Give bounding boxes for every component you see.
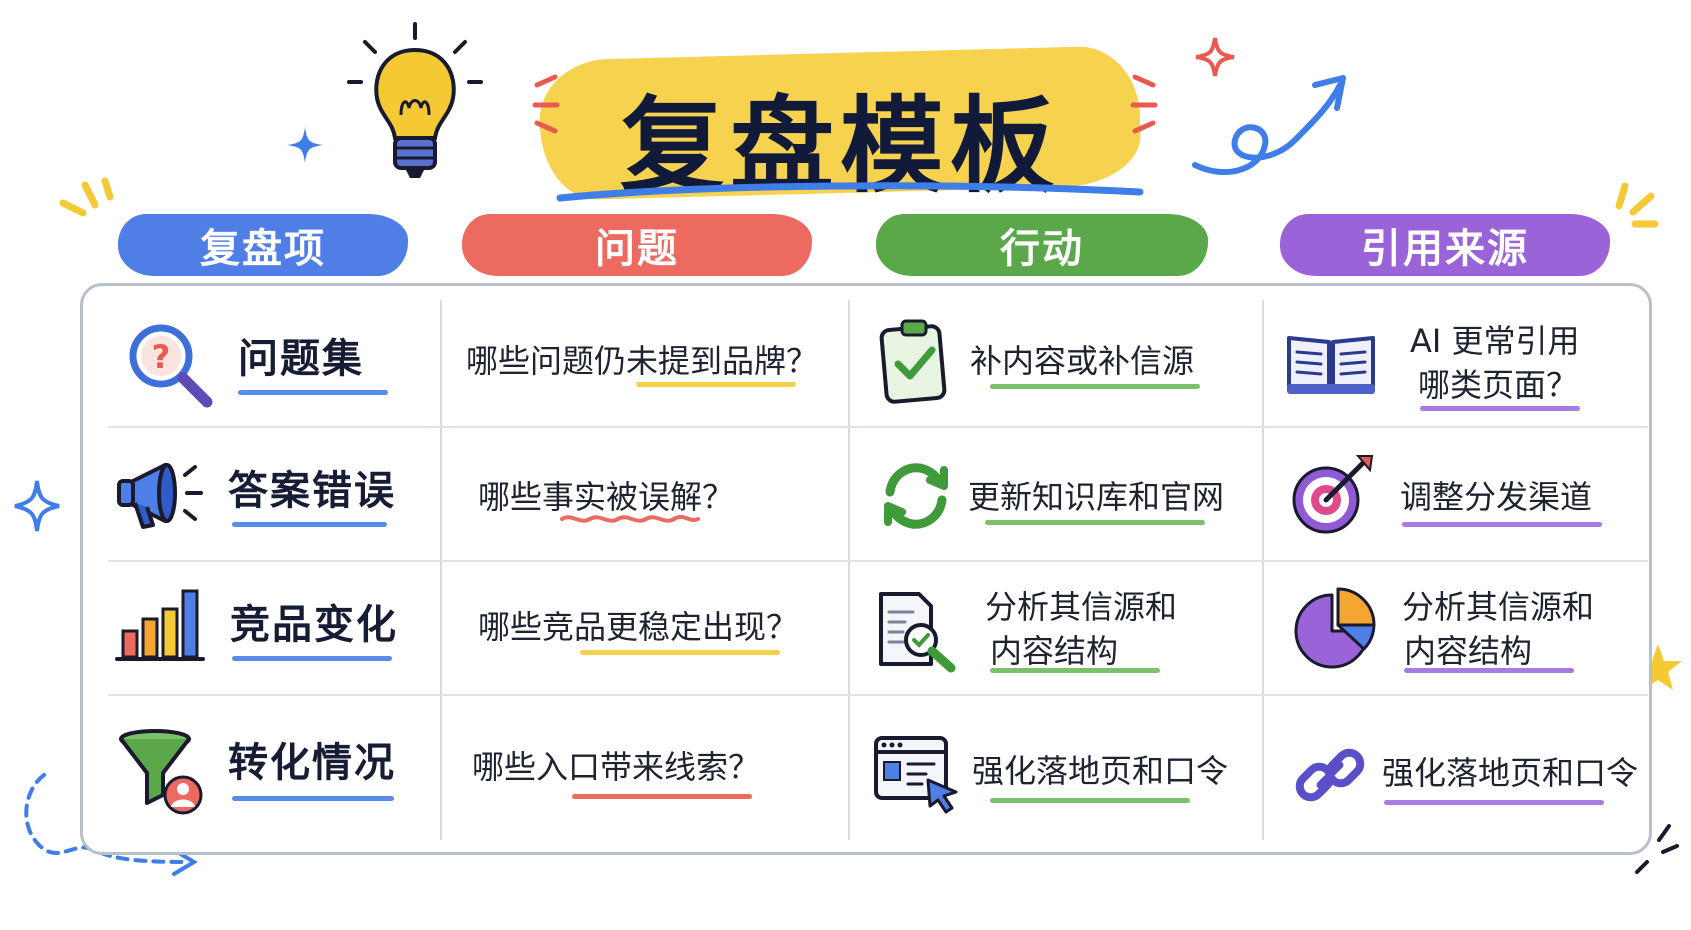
svg-text:?: ?	[152, 338, 171, 376]
question-text: 哪些竞品更稳定出现？	[478, 608, 799, 646]
underline	[990, 668, 1160, 673]
bar-chart-icon	[115, 589, 205, 661]
underline	[232, 656, 392, 661]
source-text-line2: 哪类页面？	[1418, 366, 1579, 404]
underline	[232, 796, 394, 801]
clipboard-check-icon	[879, 319, 947, 404]
underline	[636, 382, 796, 387]
underline	[572, 794, 752, 799]
column-divider	[1262, 300, 1264, 840]
underline	[1404, 668, 1574, 673]
row-divider	[108, 426, 1648, 428]
item-label: 竞品变化	[230, 602, 398, 648]
column-header-label: 复盘项	[200, 226, 326, 272]
column-header-label: 行动	[1000, 226, 1084, 272]
underline	[232, 522, 387, 527]
action-text: 强化落地页和口令	[972, 752, 1229, 790]
burst-lines-icon	[59, 177, 114, 217]
open-book-icon	[1287, 336, 1375, 394]
row-divider	[108, 560, 1648, 562]
sparkle-icon	[287, 127, 323, 163]
source-text-line1: 分析其信源和	[1402, 588, 1595, 626]
action-text: 补内容或补信源	[970, 342, 1195, 380]
browser-cursor-icon	[874, 736, 958, 814]
column-header-source: 引用来源	[1280, 214, 1610, 276]
question-text: 哪些问题仍未提到品牌？	[466, 342, 819, 380]
funnel-user-icon	[119, 729, 203, 815]
refresh-arrows-icon	[884, 463, 948, 529]
underline	[990, 798, 1190, 803]
column-header-label: 问题	[595, 226, 679, 272]
target-dart-icon	[1292, 455, 1374, 534]
magnifier-question-icon: ?	[129, 324, 213, 408]
row-divider	[108, 694, 1648, 696]
column-header-label: 引用来源	[1361, 226, 1529, 272]
sparkle-outline-icon	[14, 480, 60, 532]
wavy-underline	[560, 515, 700, 523]
column-header-item: 复盘项	[118, 214, 408, 276]
pie-chart-icon	[1294, 587, 1376, 669]
source-text-line1: 调整分发渠道	[1400, 478, 1593, 516]
title-underline	[556, 182, 1144, 202]
underline	[990, 384, 1200, 389]
underline	[1420, 406, 1580, 411]
question-text: 哪些入口带来线索？	[472, 748, 761, 786]
underline	[1384, 800, 1604, 805]
column-divider	[440, 300, 442, 840]
source-text-line1: AI 更常引用	[1410, 322, 1580, 360]
column-divider	[848, 300, 850, 840]
action-text: 更新知识库和官网	[968, 478, 1225, 516]
underline	[580, 650, 780, 655]
megaphone-icon	[117, 463, 203, 529]
underline	[238, 390, 388, 395]
item-label: 转化情况	[228, 740, 396, 786]
item-label: 答案错误	[228, 468, 396, 514]
chain-link-icon	[1295, 748, 1365, 802]
swoosh-arrow-icon	[1192, 75, 1346, 176]
underline	[1402, 522, 1602, 527]
column-header-question: 问题	[462, 214, 812, 276]
item-label: 问题集	[238, 336, 364, 382]
document-search-icon	[879, 592, 956, 673]
column-header-action: 行动	[876, 214, 1208, 276]
burst-lines-icon	[1615, 182, 1659, 228]
light-bulb-icon	[347, 22, 483, 178]
underline	[985, 520, 1205, 525]
source-text-line1: 强化落地页和口令	[1382, 754, 1639, 792]
action-text-line1: 分析其信源和	[985, 588, 1178, 626]
